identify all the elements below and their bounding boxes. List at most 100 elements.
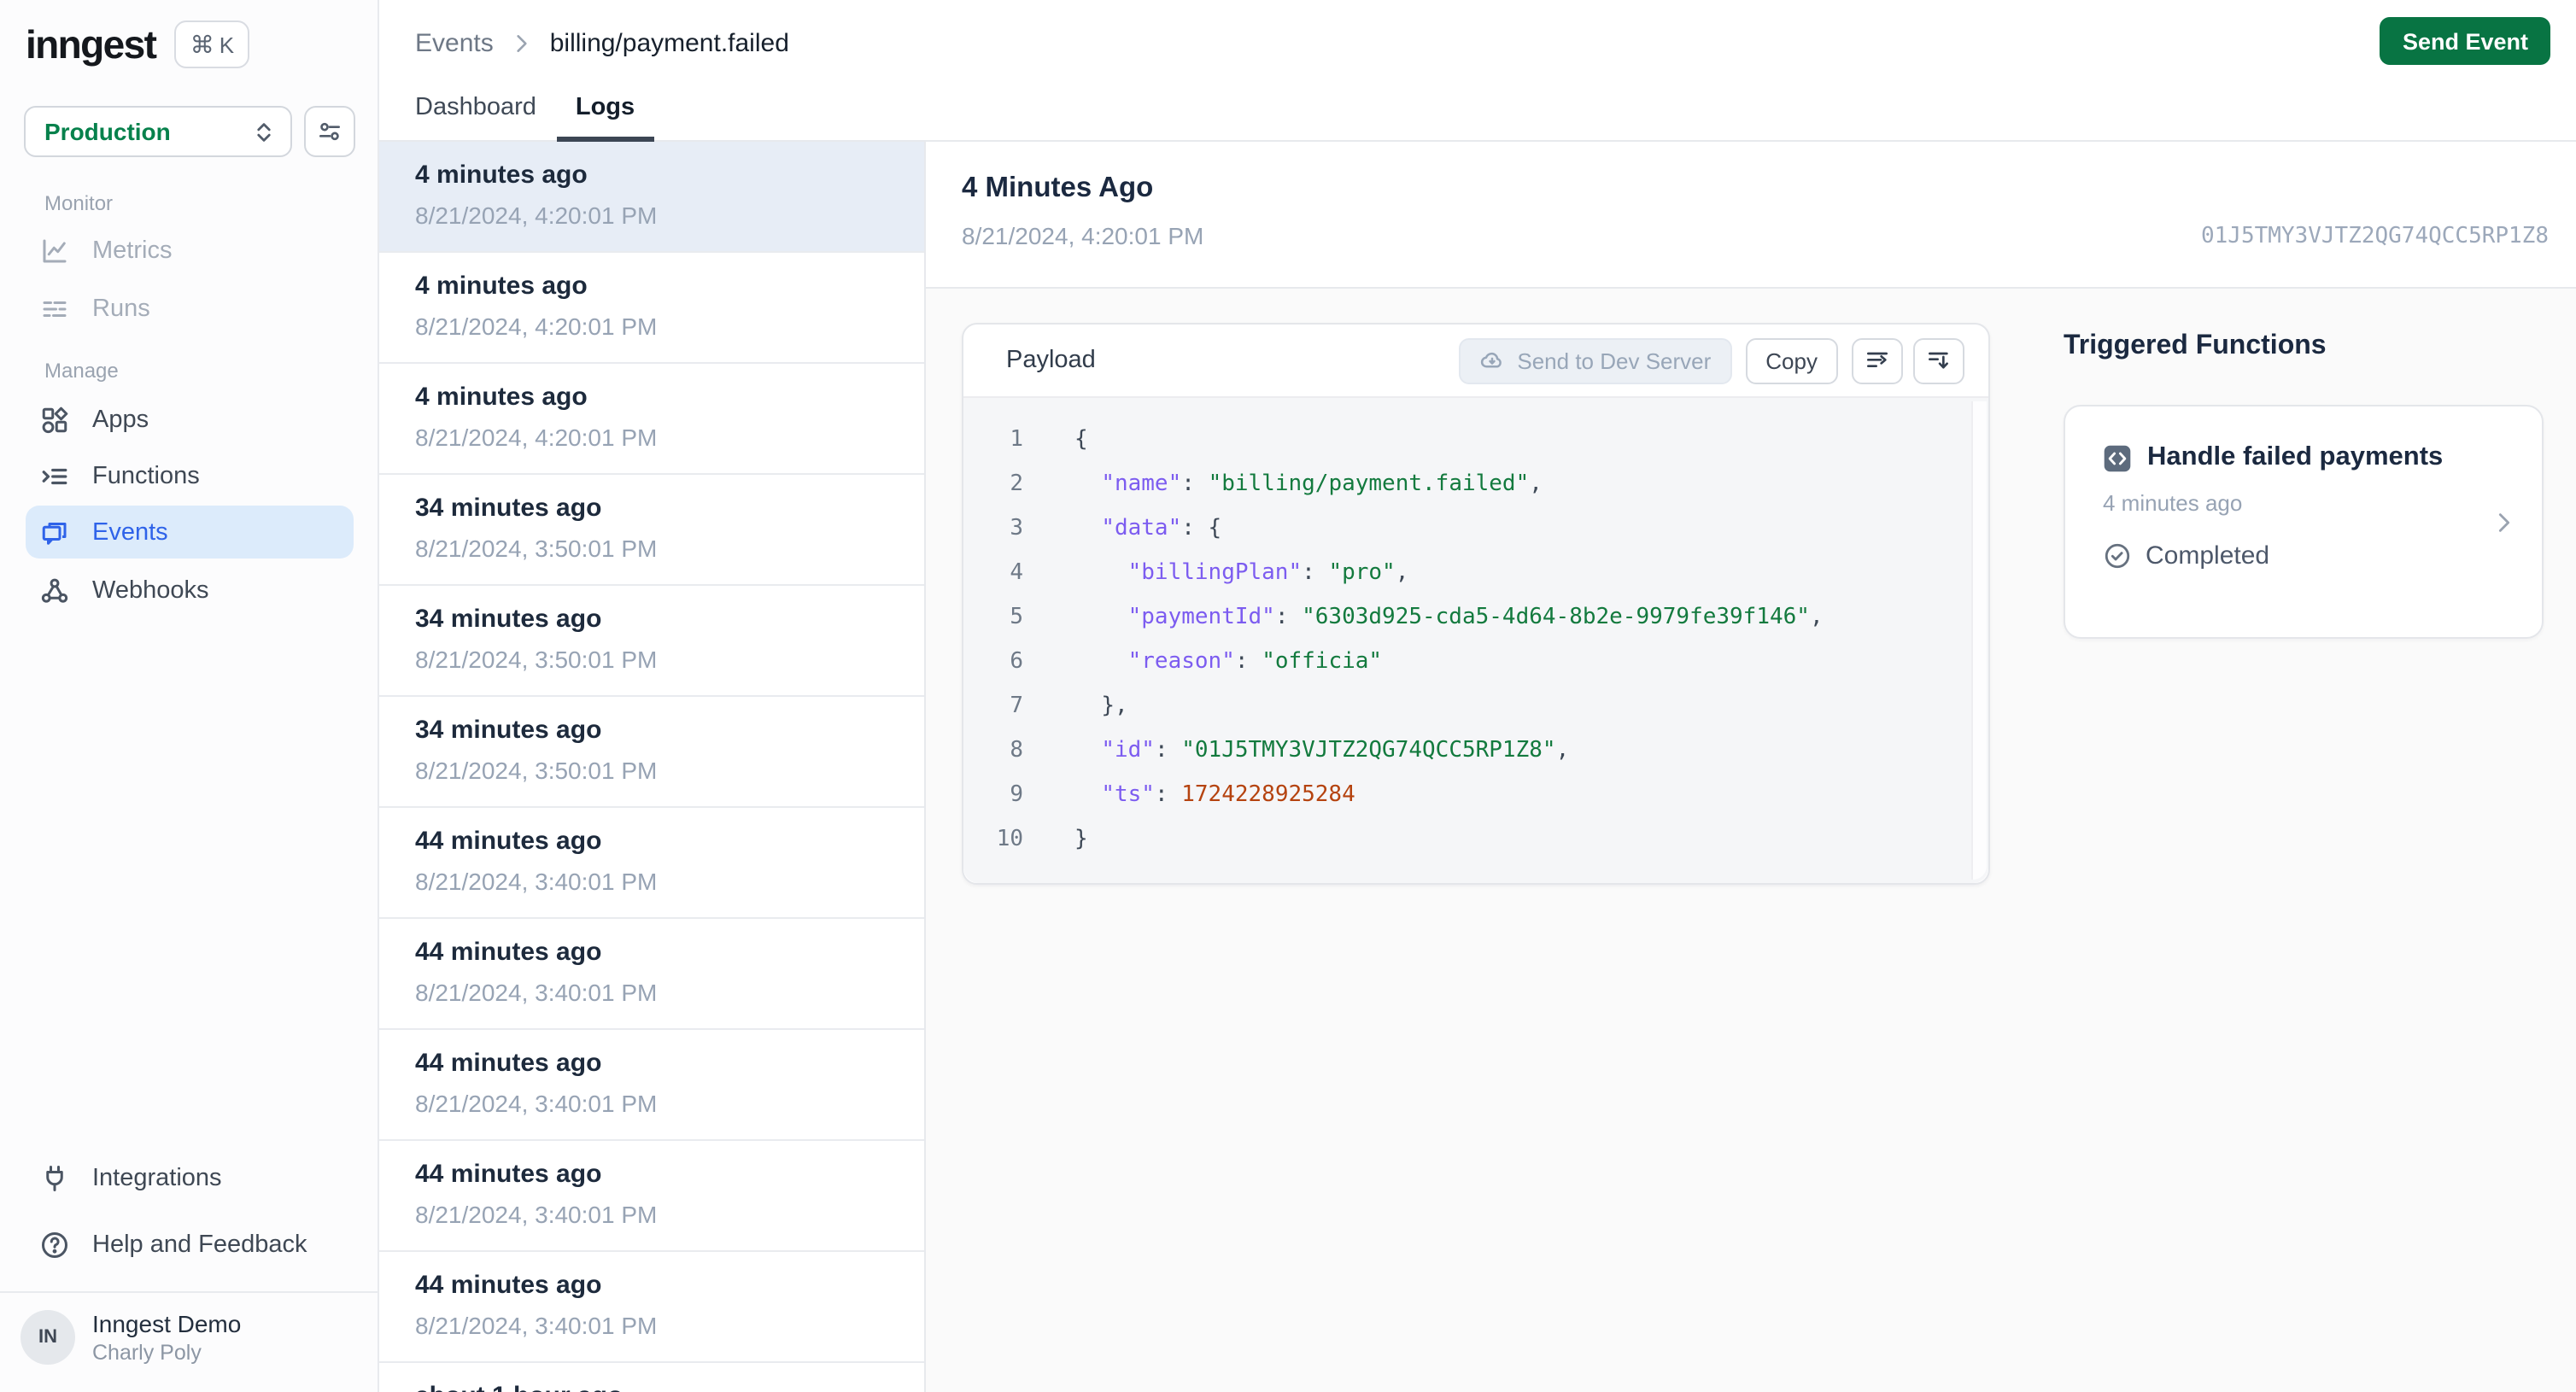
event-detail: 4 Minutes Ago 8/21/2024, 4:20:01 PM 01J5… <box>926 142 2576 1392</box>
event-timestamp: 8/21/2024, 3:40:01 PM <box>415 1090 658 1117</box>
event-relative-time: 4 minutes ago <box>415 272 588 301</box>
webhook-icon <box>39 575 70 605</box>
sidebar-item-label: Webhooks <box>92 576 209 604</box>
code-line: 8 "id": "01J5TMY3VJTZ2QG74QCC5RP1Z8", <box>963 729 1988 774</box>
inngest-logo: inngest <box>26 21 157 66</box>
sidebar-item-apps[interactable]: Apps <box>26 393 354 446</box>
line-content: "billingPlan": "pro", <box>1127 560 1409 586</box>
event-timestamp: 8/21/2024, 4:20:01 PM <box>415 202 658 229</box>
user-name: Charly Poly <box>92 1341 202 1365</box>
code-line: 2 "name": "billing/payment.failed", <box>963 463 1988 507</box>
event-timestamp: 8/21/2024, 3:40:01 PM <box>415 1312 658 1339</box>
event-timestamp: 8/21/2024, 4:20:01 PM <box>415 313 658 340</box>
triggered-function-card[interactable]: Handle failed payments 4 minutes ago Com… <box>2064 405 2544 639</box>
code-line: 3 "data": { <box>963 507 1988 552</box>
payload-code: 1{ 2 "name": "billing/payment.failed", 3… <box>963 398 1988 883</box>
event-list-item[interactable]: 34 minutes ago 8/21/2024, 3:50:01 PM <box>379 697 924 808</box>
line-content: "reason": "officia" <box>1127 649 1383 675</box>
sidebar-item-runs[interactable]: Runs <box>26 282 354 335</box>
event-list-item[interactable]: 4 minutes ago 8/21/2024, 4:20:01 PM <box>379 364 924 475</box>
breadcrumb-current: billing/payment.failed <box>549 29 789 58</box>
breadcrumb: Events billing/payment.failed <box>415 29 789 58</box>
sidebar-item-label: Functions <box>92 462 200 489</box>
event-timestamp: 8/21/2024, 3:40:01 PM <box>415 1201 658 1228</box>
breadcrumb-events-link[interactable]: Events <box>415 29 494 58</box>
user-menu[interactable]: IN Inngest Demo Charly Poly <box>20 1310 241 1365</box>
sidebar-item-label: Metrics <box>92 237 173 264</box>
chart-line-icon <box>39 235 70 266</box>
event-relative-time: 4 minutes ago <box>415 161 588 190</box>
environment-value: Production <box>44 118 171 145</box>
sliders-icon <box>316 118 343 145</box>
event-list-item[interactable]: 44 minutes ago 8/21/2024, 3:40:01 PM <box>379 1252 924 1363</box>
line-number: 10 <box>996 827 1023 852</box>
event-relative-time: 44 minutes ago <box>415 1160 602 1189</box>
check-circle-icon <box>2103 541 2132 570</box>
sidebar-item-help[interactable]: Help and Feedback <box>26 1218 354 1271</box>
avatar: IN <box>20 1310 75 1365</box>
code-line: 4 "billingPlan": "pro", <box>963 552 1988 596</box>
event-relative-time: about 1 hour ago <box>415 1382 924 1392</box>
event-list-item[interactable]: 4 minutes ago 8/21/2024, 4:20:01 PM <box>379 253 924 364</box>
payload-title: Payload <box>1006 347 1096 374</box>
code-lines: 1{ 2 "name": "billing/payment.failed", 3… <box>963 418 1988 863</box>
sidebar-item-functions[interactable]: Functions <box>26 449 354 502</box>
event-list-item[interactable]: 44 minutes ago 8/21/2024, 3:40:01 PM <box>379 808 924 919</box>
functions-icon <box>39 460 70 491</box>
code-line: 1{ <box>963 418 1988 463</box>
event-list-item[interactable]: about 1 hour ago <box>379 1363 924 1392</box>
cloud-download-icon <box>1479 348 1505 373</box>
triggered-functions-heading: Triggered Functions <box>2064 331 2327 360</box>
line-content: "data": { <box>1101 516 1222 541</box>
word-wrap-icon-button[interactable] <box>1852 337 1903 383</box>
sidebar: inngest ⌘ K Production Monitor Metrics R… <box>0 0 379 1392</box>
environment-settings-button[interactable] <box>304 106 355 157</box>
event-list-item[interactable]: 44 minutes ago 8/21/2024, 3:40:01 PM <box>379 919 924 1030</box>
sidebar-item-webhooks[interactable]: Webhooks <box>26 564 354 617</box>
tab-logs[interactable]: Logs <box>556 94 654 142</box>
send-to-dev-server-button[interactable]: Send to Dev Server <box>1459 337 1732 383</box>
event-list-item[interactable]: 44 minutes ago 8/21/2024, 3:40:01 PM <box>379 1141 924 1252</box>
event-list-item[interactable]: 34 minutes ago 8/21/2024, 3:50:01 PM <box>379 475 924 586</box>
line-content: "id": "01J5TMY3VJTZ2QG74QCC5RP1Z8", <box>1101 738 1570 763</box>
line-number: 7 <box>1010 693 1023 719</box>
line-content: }, <box>1101 693 1128 719</box>
event-timestamp: 8/21/2024, 3:40:01 PM <box>415 979 658 1006</box>
function-status: Completed <box>2146 541 2270 570</box>
line-content: "paymentId": "6303d925-cda5-4d64-8b2e-99… <box>1127 605 1824 630</box>
tab-dashboard[interactable]: Dashboard <box>415 94 536 142</box>
code-scrollbar[interactable] <box>1971 401 1987 880</box>
event-timestamp: 8/21/2024, 3:50:01 PM <box>415 646 658 673</box>
payload-card: Payload Send to Dev Server Copy 1 {2 "n… <box>962 323 1990 885</box>
code-function-icon <box>2103 443 2132 472</box>
wrap-lines-icon <box>1864 347 1891 374</box>
event-list-item[interactable]: 34 minutes ago 8/21/2024, 3:50:01 PM <box>379 586 924 697</box>
chevron-right-icon <box>511 32 533 55</box>
sidebar-item-label: Events <box>92 518 168 546</box>
event-list-item[interactable]: 44 minutes ago 8/21/2024, 3:40:01 PM <box>379 1030 924 1141</box>
command-k-button[interactable]: ⌘ K <box>174 20 250 68</box>
line-number: 9 <box>1010 782 1023 808</box>
event-list-item[interactable]: 4 minutes ago 8/21/2024, 4:20:01 PM <box>379 142 924 253</box>
line-number: 5 <box>1010 605 1023 630</box>
environment-select[interactable]: Production <box>24 106 292 157</box>
help-circle-icon <box>39 1229 70 1260</box>
event-timestamp: 8/21/2024, 3:40:01 PM <box>415 868 658 895</box>
event-list: 4 minutes ago 8/21/2024, 4:20:01 PM 4 mi… <box>379 142 926 1392</box>
sidebar-item-integrations[interactable]: Integrations <box>26 1151 354 1204</box>
expand-payload-icon-button[interactable] <box>1913 337 1964 383</box>
event-detail-header: 4 Minutes Ago 8/21/2024, 4:20:01 PM 01J5… <box>926 142 2576 289</box>
event-relative-time: 34 minutes ago <box>415 605 602 634</box>
event-relative-time: 34 minutes ago <box>415 716 602 745</box>
list-dashes-icon <box>39 293 70 324</box>
sidebar-item-metrics[interactable]: Metrics <box>26 224 354 277</box>
code-line: 9 "ts": 1724228925284 <box>963 774 1988 818</box>
code-line: 10} <box>963 818 1988 863</box>
code-line: 5 "paymentId": "6303d925-cda5-4d64-8b2e-… <box>963 596 1988 640</box>
topbar: Events billing/payment.failed Dashboard … <box>379 0 2576 142</box>
event-detail-title: 4 Minutes Ago <box>962 173 1154 203</box>
sidebar-item-label: Help and Feedback <box>92 1231 307 1258</box>
copy-button[interactable]: Copy <box>1745 337 1838 383</box>
sidebar-item-events[interactable]: Events <box>26 506 354 559</box>
send-event-button[interactable]: Send Event <box>2380 17 2550 65</box>
